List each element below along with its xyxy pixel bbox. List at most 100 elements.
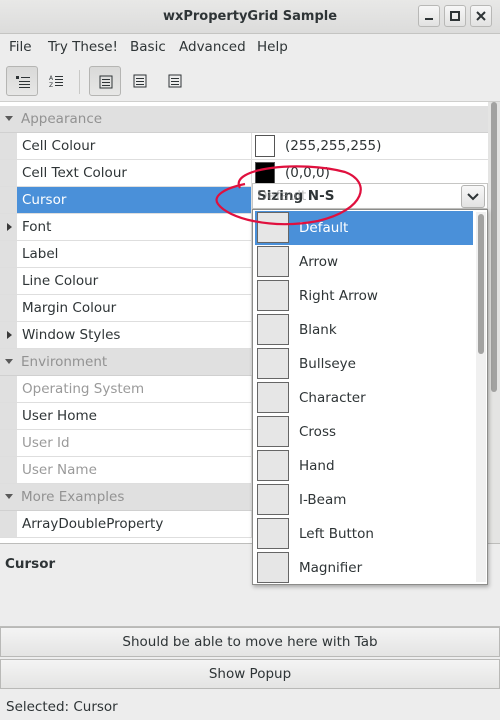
row-gutter — [0, 295, 17, 321]
dropdown-item-label: Blank — [299, 322, 337, 338]
page-3-icon — [168, 74, 182, 88]
menu-bar: File Try These! Basic Advanced Help — [0, 34, 500, 60]
dropdown-item[interactable]: Arrow — [255, 245, 473, 279]
grid-scrollbar[interactable] — [488, 102, 500, 543]
menu-help[interactable]: Help — [257, 39, 288, 55]
dropdown-item[interactable]: Right Arrow — [255, 279, 473, 313]
property-label: ArrayDoubleProperty — [22, 516, 164, 532]
dropdown-item-label: I-Beam — [299, 492, 347, 508]
menu-basic[interactable]: Basic — [130, 39, 166, 55]
chevron-down-icon — [467, 193, 479, 201]
dropdown-item-label: Left Button — [299, 526, 374, 542]
menu-file[interactable]: File — [9, 39, 32, 55]
close-button[interactable] — [470, 5, 492, 27]
expand-down-icon[interactable] — [4, 493, 14, 501]
dropdown-item[interactable]: Bullseye — [255, 347, 473, 381]
dropdown-item[interactable]: Cross — [255, 415, 473, 449]
show-popup-button[interactable]: Show Popup — [0, 659, 500, 689]
page-1-icon — [99, 75, 113, 89]
dropdown-item-label: Hand — [299, 458, 335, 474]
dropdown-item-label: Default — [299, 220, 349, 236]
property-label: Cell Colour — [22, 138, 96, 154]
svg-text:A: A — [49, 75, 54, 82]
cursor-preview-icon — [257, 416, 289, 447]
category-label: Environment — [21, 354, 108, 370]
page-2-button[interactable] — [124, 66, 156, 96]
colour-swatch — [255, 135, 275, 157]
description-title: Cursor — [5, 556, 56, 572]
menu-advanced[interactable]: Advanced — [179, 39, 246, 55]
cursor-preview-icon — [257, 552, 289, 583]
row-gutter — [0, 511, 17, 537]
dropdown-item-label: Bullseye — [299, 356, 356, 372]
status-bar: Selected: Cursor — [0, 693, 500, 720]
status-text: Selected: Cursor — [6, 699, 118, 715]
minimize-icon — [425, 18, 433, 20]
toolbar: A Z — [0, 60, 500, 102]
categorized-view-button[interactable] — [6, 66, 38, 96]
alphabetic-view-button[interactable]: A Z — [40, 66, 72, 96]
row-gutter — [0, 268, 17, 294]
cursor-preview-icon — [257, 280, 289, 311]
property-label: Cursor — [22, 192, 67, 208]
property-label: User Name — [22, 462, 97, 478]
row-gutter — [0, 160, 17, 186]
title-bar[interactable]: wxPropertyGrid Sample — [0, 0, 500, 34]
property-label: Window Styles — [22, 327, 121, 343]
toolbar-separator — [79, 70, 80, 94]
page-1-button[interactable] — [89, 66, 121, 96]
close-icon — [476, 11, 486, 21]
cursor-preview-icon — [257, 314, 289, 345]
category-label: Appearance — [21, 111, 103, 127]
minimize-button[interactable] — [418, 5, 440, 27]
dropdown-item[interactable]: I-Beam — [255, 483, 473, 517]
tab-target-button[interactable]: Should be able to move here with Tab — [0, 627, 500, 657]
cursor-preview-icon — [257, 212, 289, 243]
cursor-preview-icon — [257, 382, 289, 413]
page-2-icon — [133, 74, 147, 88]
dropdown-scrollbar[interactable] — [476, 212, 486, 582]
dropdown-item-label: Cross — [299, 424, 337, 440]
category-label: More Examples — [21, 489, 125, 505]
expand-down-icon[interactable] — [4, 115, 14, 123]
row-gutter — [0, 187, 17, 213]
maximize-button[interactable] — [444, 5, 466, 27]
cursor-editor[interactable]: Sizing N-S Default — [252, 183, 488, 209]
page-3-button[interactable] — [159, 66, 191, 96]
cursor-preview-icon — [257, 518, 289, 549]
dropdown-item-label: Right Arrow — [299, 288, 378, 304]
grid-scrollbar-thumb[interactable] — [491, 102, 497, 392]
dropdown-item[interactable]: Magnifier — [255, 551, 473, 584]
property-row[interactable]: Cell Colour (255,255,255) — [0, 133, 488, 160]
menu-try-these[interactable]: Try These! — [48, 39, 118, 55]
dropdown-scrollbar-thumb[interactable] — [478, 214, 484, 354]
property-label: Label — [22, 246, 59, 262]
cursor-preview-icon — [257, 246, 289, 277]
dropdown-item[interactable]: Hand — [255, 449, 473, 483]
category-row[interactable]: Appearance — [0, 106, 488, 133]
property-label: Line Colour — [22, 273, 99, 289]
dropdown-item-label: Arrow — [299, 254, 339, 270]
property-value[interactable]: (0,0,0) — [285, 165, 330, 181]
dropdown-item[interactable]: Character — [255, 381, 473, 415]
app-window: wxPropertyGrid Sample File Try These! Ba… — [0, 0, 500, 720]
alphabetic-view-icon: A Z — [49, 75, 63, 88]
cursor-dropdown-button[interactable] — [461, 185, 485, 208]
cursor-preview-icon — [257, 348, 289, 379]
maximize-icon — [450, 11, 460, 21]
expand-down-icon[interactable] — [4, 358, 14, 366]
row-gutter — [0, 376, 17, 402]
dropdown-item[interactable]: Left Button — [255, 517, 473, 551]
property-value[interactable]: (255,255,255) — [285, 138, 381, 154]
expand-right-icon[interactable] — [6, 330, 14, 340]
dropdown-item[interactable]: Blank — [255, 313, 473, 347]
property-label: User Home — [22, 408, 97, 424]
cursor-preview-icon — [257, 484, 289, 515]
column-divider[interactable] — [251, 133, 252, 159]
row-gutter — [0, 430, 17, 456]
cursor-dropdown-list[interactable]: Default Arrow Right Arrow Blank Bullseye Char… — [252, 209, 488, 585]
expand-right-icon[interactable] — [6, 222, 14, 232]
property-label: Operating System — [22, 381, 145, 397]
dropdown-item[interactable]: Default — [255, 211, 473, 245]
property-label: Font — [22, 219, 52, 235]
